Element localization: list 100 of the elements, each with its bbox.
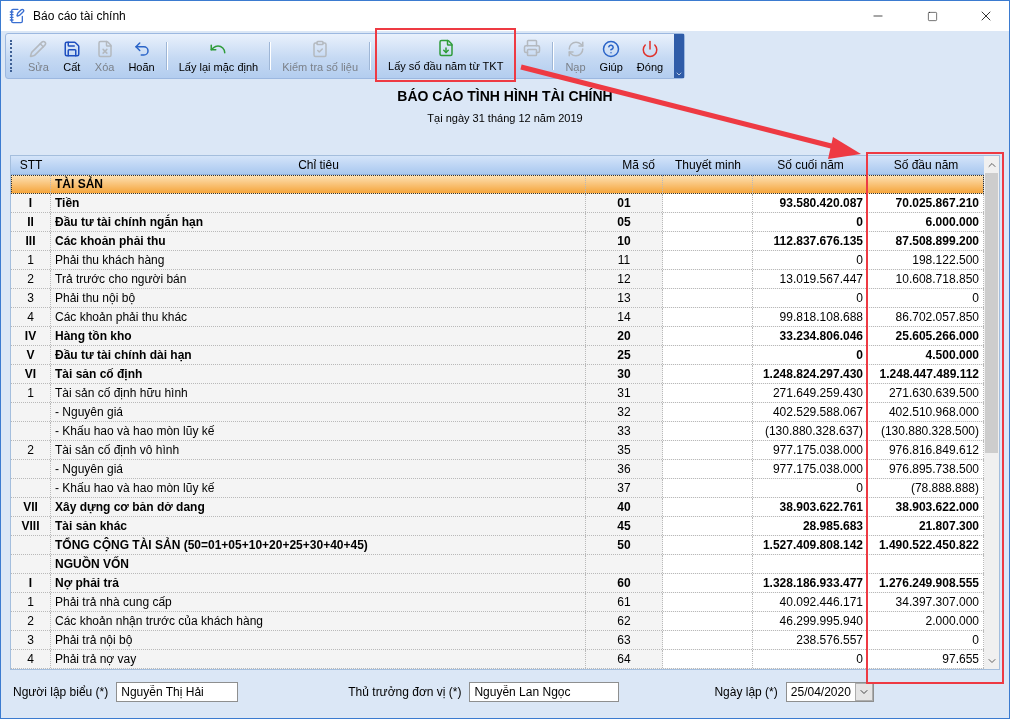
year-start-cell: 198.122.500: [912, 253, 979, 267]
column-header[interactable]: STT: [11, 156, 51, 174]
column-header[interactable]: Thuyết minh: [663, 156, 753, 174]
stt-cell: 1: [27, 595, 34, 609]
year-end-cell: 112.837.676.135: [773, 234, 863, 248]
indicator-cell: Đầu tư tài chính ngắn hạn: [55, 215, 204, 229]
document-download-icon: [436, 38, 455, 57]
toolbar-button[interactable]: Giúp: [592, 34, 630, 78]
toolbar-button[interactable]: Lấy số đầu năm từ TKT: [381, 30, 511, 80]
year-end-cell: 0: [856, 481, 863, 495]
year-start-cell: 4.500.000: [925, 348, 979, 362]
input-field[interactable]: Nguyễn Lan Ngọc: [469, 682, 620, 702]
report-date: Tại ngày 31 tháng 12 năm 2019: [427, 112, 583, 124]
indicator-cell: Các khoản nhận trước của khách hàng: [55, 614, 264, 628]
code-cell: 20: [617, 329, 631, 343]
scrollbar[interactable]: [984, 156, 999, 669]
indicator-cell: - Khấu hao và hao mòn lũy kế: [55, 424, 215, 438]
field-label: Ngày lập (*): [714, 685, 778, 699]
year-start-cell: 1.276.249.908.555: [878, 576, 979, 590]
power-icon: [641, 39, 659, 58]
code-cell: 12: [617, 272, 631, 286]
year-end-cell: 0: [856, 253, 863, 267]
year-end-cell: 977.175.038.000: [772, 443, 863, 457]
toolbar-button[interactable]: Cất: [55, 34, 88, 78]
code-cell: 35: [617, 443, 631, 457]
year-start-cell: 70.025.867.210: [895, 196, 979, 210]
stt-cell: IV: [24, 329, 37, 343]
column-header[interactable]: Số đầu năm: [868, 156, 984, 174]
column-header[interactable]: Mã số: [586, 156, 663, 174]
indicator-cell: Trả trước cho người bán: [55, 272, 187, 286]
year-end-cell: 1.248.824.297.430: [762, 367, 863, 381]
indicator-cell: Tài sản cố định hữu hình: [55, 386, 188, 400]
indicator-cell: Các khoản phải thu: [55, 234, 166, 248]
input-field[interactable]: Nguyễn Thị Hải: [116, 682, 239, 702]
indicator-cell: TÀI SẢN: [55, 177, 103, 191]
stt-cell: 4: [27, 652, 34, 666]
stt-cell: II: [27, 215, 34, 229]
stt-cell: VI: [24, 367, 37, 381]
year-start-cell: 2.000.000: [925, 614, 979, 628]
code-cell: 25: [617, 348, 631, 362]
code-cell: 11: [617, 253, 631, 267]
stt-cell: VIII: [21, 519, 40, 533]
code-cell: 01: [617, 196, 631, 210]
field-label: Thủ trưởng đơn vị (*): [348, 685, 462, 699]
year-start-cell: 976.816.849.612: [888, 443, 979, 457]
toolbar-button[interactable]: Hoãn: [121, 34, 162, 78]
year-end-cell: 99.818.108.688: [779, 310, 863, 324]
stt-cell: 3: [27, 633, 34, 647]
stt-cell: 1: [27, 386, 34, 400]
report-title: BÁO CÁO TÌNH HÌNH TÀI CHÍNH: [397, 88, 613, 104]
clipboard-icon: [311, 39, 330, 58]
dropdown-button[interactable]: [854, 683, 873, 701]
code-cell: 64: [617, 652, 631, 666]
indicator-cell: - Nguyên giá: [55, 405, 124, 419]
maximize-icon: [926, 10, 938, 22]
stt-cell: V: [26, 348, 35, 362]
field-label: Người lập biểu (*): [13, 685, 109, 699]
stt-cell: I: [28, 576, 33, 590]
code-cell: 37: [617, 481, 631, 495]
column-header[interactable]: Số cuối năm: [753, 156, 868, 174]
year-start-cell: 1.490.522.450.822: [878, 538, 979, 552]
year-end-cell: 13.019.567.447: [779, 272, 863, 286]
code-cell: 14: [617, 310, 631, 324]
toolbar-overflow-button[interactable]: [674, 34, 685, 78]
indicator-cell: Xây dựng cơ bản dở dang: [55, 500, 205, 514]
year-end-cell: 0: [856, 215, 863, 229]
code-cell: 62: [617, 614, 631, 628]
year-start-cell: 86.702.057.850: [895, 310, 979, 324]
indicator-cell: Nợ phải trả: [55, 576, 119, 590]
pencil-icon: [29, 39, 48, 58]
table-row[interactable]: TÀI SẢN: [11, 175, 984, 194]
stt-cell: VII: [23, 500, 38, 514]
code-cell: 50: [617, 538, 631, 552]
column-header[interactable]: Chỉ tiêu: [51, 156, 586, 174]
year-end-cell: 93.580.420.087: [779, 196, 863, 210]
year-end-cell: 38.903.622.761: [779, 500, 863, 514]
toolbar-button[interactable]: Đóng: [629, 34, 671, 78]
date-picker[interactable]: 25/04/2020: [785, 682, 874, 702]
help-icon: [602, 39, 621, 58]
year-start-cell: 38.903.622.000: [895, 500, 979, 514]
year-end-cell: 46.299.995.940: [779, 614, 863, 628]
year-start-cell: 0: [972, 633, 979, 647]
year-start-cell: (130.880.328.500): [880, 424, 979, 438]
stt-cell: 3: [27, 291, 34, 305]
notebook-icon: [9, 8, 25, 24]
code-cell: 31: [617, 386, 631, 400]
stt-cell: III: [25, 234, 36, 248]
scrollbar-thumb[interactable]: [985, 173, 998, 453]
year-start-cell: (78.888.888): [910, 481, 979, 495]
window-title: Báo cáo tài chính: [33, 9, 127, 23]
code-cell: 30: [617, 367, 631, 381]
year-end-cell: 402.529.588.067: [772, 405, 863, 419]
document-cross-icon: [95, 39, 114, 58]
year-end-cell: 271.649.259.430: [772, 386, 863, 400]
year-end-cell: (130.880.328.637): [764, 424, 863, 438]
code-cell: 10: [617, 234, 631, 248]
stt-cell: 2: [27, 272, 34, 286]
year-end-cell: 28.985.683: [802, 519, 863, 533]
toolbar-button[interactable]: Lấy lại mặc định: [171, 34, 266, 78]
year-end-cell: 238.576.557: [796, 633, 863, 647]
